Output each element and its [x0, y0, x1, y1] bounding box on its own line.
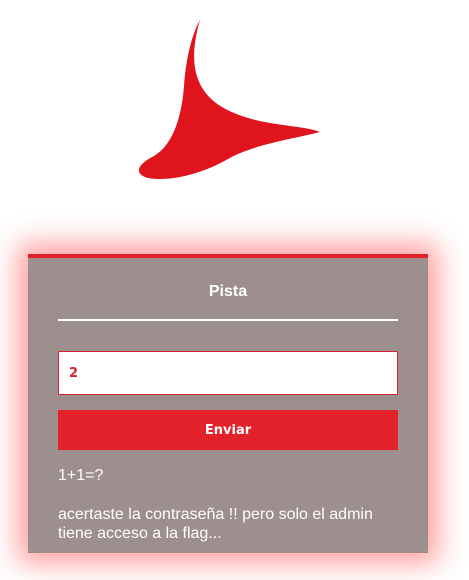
hint-card: Pista Enviar 1+1=? acertaste la contrase… — [28, 254, 428, 553]
answer-input[interactable] — [58, 351, 398, 395]
hint-text: 1+1=? — [58, 467, 104, 484]
logo-icon — [138, 20, 320, 180]
result-message: acertaste la contraseña !! pero solo el … — [58, 506, 373, 542]
submit-button[interactable]: Enviar — [58, 410, 398, 450]
card-title: Pista — [208, 283, 248, 300]
title-divider — [58, 319, 398, 321]
